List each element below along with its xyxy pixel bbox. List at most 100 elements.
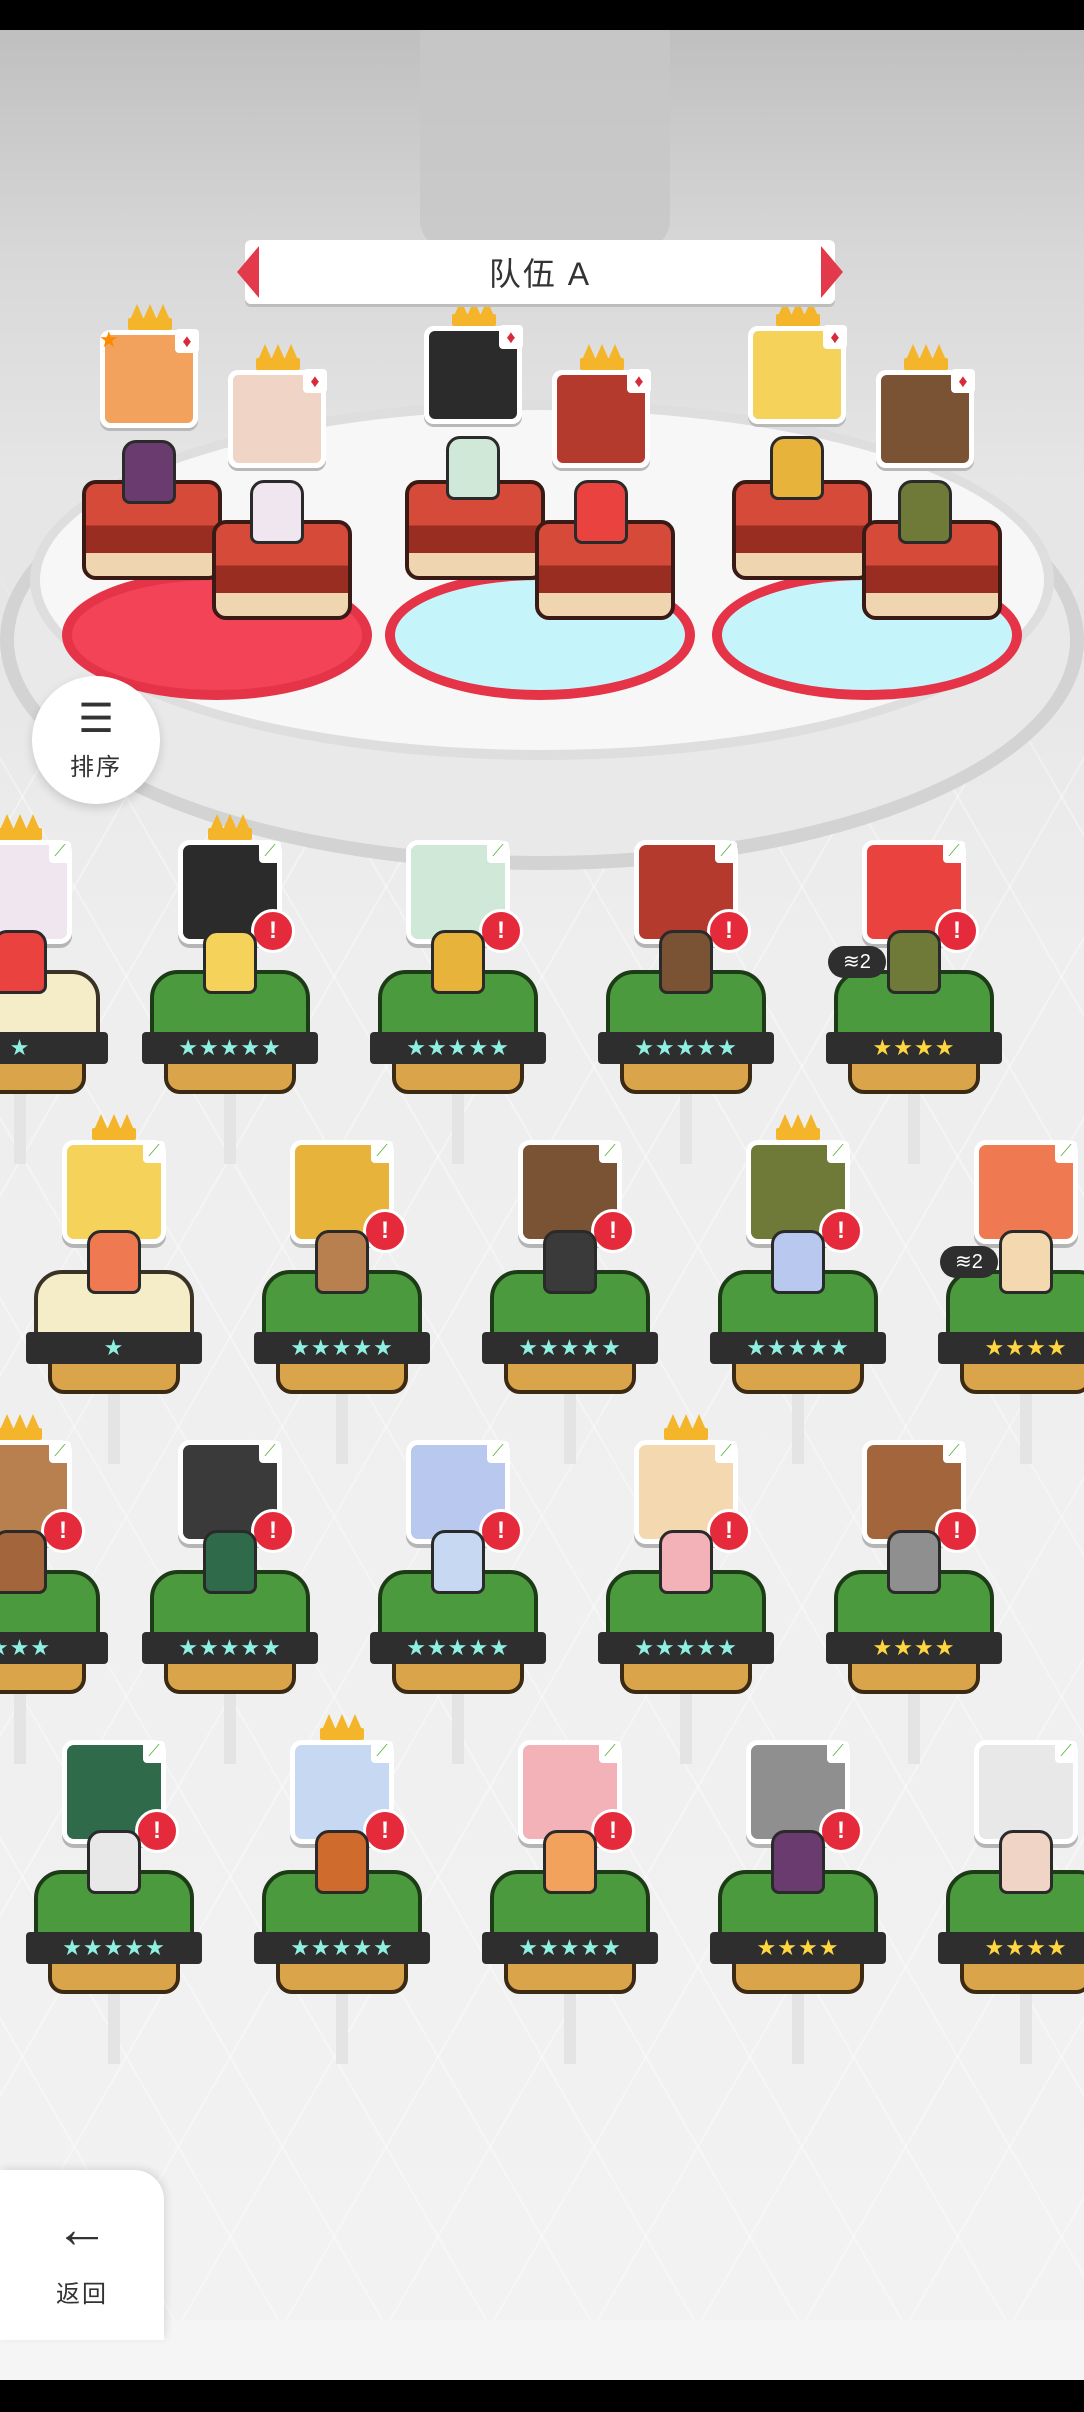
hero-portrait[interactable]: ⟋!	[862, 840, 979, 953]
element-leaf-icon: ⟋	[371, 1741, 393, 1763]
hero-portrait[interactable]: ⟋	[974, 1740, 1078, 1844]
hero-pedestal[interactable]: ★★★★★	[710, 1230, 886, 1464]
team-member-sprite	[574, 480, 628, 544]
pedestal-base	[504, 1360, 636, 1394]
team-member-portrait[interactable]: ♦	[552, 369, 651, 468]
element-leaf-icon: ⟋	[143, 1141, 165, 1163]
hero-sprite	[659, 1530, 713, 1594]
hero-portrait[interactable]: ⟋!	[634, 840, 751, 953]
hero-portrait[interactable]: ⟋!	[178, 840, 295, 953]
hero-pedestal[interactable]: ★★★★★	[26, 1830, 202, 2064]
pedestal-stem	[224, 1694, 236, 1764]
pedestal-stem	[564, 1394, 576, 1464]
hero-pedestal[interactable]: ★★★★ ≋2	[938, 1230, 1084, 1464]
team-member-portrait[interactable]: ♦	[876, 369, 975, 468]
team-member-sprite	[770, 436, 824, 500]
hero-pedestal[interactable]: ★★★★★	[370, 1530, 546, 1764]
hero-pedestal[interactable]: ★★★	[0, 1530, 108, 1764]
crown-icon	[904, 344, 948, 370]
team-member-sprite	[446, 436, 500, 500]
hero-portrait[interactable]: ⟋	[62, 1140, 166, 1244]
star-rating: ★★★★★	[710, 1332, 886, 1364]
alert-icon: !	[591, 1809, 635, 1853]
hero-sprite	[431, 1530, 485, 1594]
pedestal-base	[620, 1060, 752, 1094]
hero-portrait[interactable]: ⟋!	[290, 1140, 407, 1253]
hero-pedestal[interactable]: ★★★★	[826, 1530, 1002, 1764]
hero-sprite	[0, 1530, 47, 1594]
hero-sprite	[431, 930, 485, 994]
star-rating: ★	[0, 1032, 108, 1064]
pedestal-stem	[14, 1694, 26, 1764]
star-rating: ★★★★	[826, 1032, 1002, 1064]
back-button[interactable]: ← 返回	[0, 2170, 164, 2340]
hero-sprite	[771, 1230, 825, 1294]
pedestal-stem	[680, 1094, 692, 1164]
star-rating: ★★★★★	[598, 1632, 774, 1664]
hero-portrait[interactable]: ⟋!	[634, 1440, 751, 1553]
hero-pedestal[interactable]: ★	[26, 1230, 202, 1464]
hero-pedestal[interactable]: ★★★★★	[370, 930, 546, 1164]
pedestal-stem	[452, 1694, 464, 1764]
element-leaf-icon: ⟋	[1055, 1741, 1077, 1763]
hero-sprite	[887, 930, 941, 994]
pedestal-base	[0, 1660, 86, 1694]
hero-portrait[interactable]: ⟋!	[290, 1740, 407, 1853]
alert-icon: !	[707, 1509, 751, 1553]
team-member-portrait[interactable]: ♦	[424, 325, 523, 424]
next-team-arrow-icon[interactable]	[821, 246, 843, 298]
hero-pedestal[interactable]: ★★★★★	[598, 930, 774, 1164]
hero-pedestal[interactable]: ★★★★	[710, 1830, 886, 2064]
hero-portrait[interactable]: ⟋!	[0, 1440, 85, 1553]
hero-portrait[interactable]: ⟋!	[178, 1440, 295, 1553]
hero-pedestal[interactable]: ★★★★★	[482, 1830, 658, 2064]
star-rating: ★★★★★	[482, 1332, 658, 1364]
prev-team-arrow-icon[interactable]	[237, 246, 259, 298]
pedestal-base	[848, 1660, 980, 1694]
team-member-portrait[interactable]: ♦	[228, 369, 327, 468]
pedestal-stem	[908, 1094, 920, 1164]
team-member-portrait[interactable]: ♦ ★	[99, 327, 199, 428]
pedestal-stem	[792, 1994, 804, 2064]
hero-pedestal[interactable]: ★	[0, 930, 108, 1164]
hero-pedestal[interactable]: ★★★★★	[254, 1230, 430, 1464]
hero-pedestal[interactable]: ★★★★★	[254, 1830, 430, 2064]
pedestal-base	[392, 1060, 524, 1094]
hero-pedestal[interactable]: ★★★★★	[142, 930, 318, 1164]
hero-pedestal[interactable]: ★★★★★	[142, 1530, 318, 1764]
hero-sprite	[543, 1830, 597, 1894]
hero-pedestal[interactable]: ★★★★	[938, 1830, 1084, 2064]
pedestal-base	[848, 1060, 980, 1094]
element-leaf-icon: ⟋	[259, 1441, 281, 1463]
hero-portrait[interactable]: ⟋!	[746, 1140, 863, 1253]
hero-portrait[interactable]: ⟋!	[62, 1740, 179, 1853]
hero-portrait[interactable]: ⟋!	[862, 1440, 979, 1553]
element-leaf-icon: ⟋	[715, 841, 737, 863]
hero-portrait[interactable]: ⟋!	[746, 1740, 863, 1853]
hero-portrait[interactable]: ⟋!	[406, 840, 523, 953]
crown-icon	[0, 814, 42, 840]
crown-icon	[208, 814, 252, 840]
hero-portrait[interactable]: ⟋!	[406, 1440, 523, 1553]
hero-portrait[interactable]: ⟋	[974, 1140, 1078, 1244]
hero-pedestal[interactable]: ★★★★★	[598, 1530, 774, 1764]
sort-button[interactable]: ☰ 排序	[32, 676, 160, 804]
hero-portrait[interactable]: ⟋!	[518, 1740, 635, 1853]
team-member-portrait[interactable]: ♦	[748, 325, 847, 424]
star-rating: ★	[26, 1332, 202, 1364]
alert-icon: !	[41, 1509, 85, 1553]
game-stage: ♦ ★ ♦ ♦ ♦ ♦ ♦ 队伍 A ⟋ ★ ⟋! ★★★★★ ⟋! ★★★★★ ⟋! ★★★★★ ⟋! ★★…	[0, 30, 1084, 2380]
hero-sprite	[659, 930, 713, 994]
stack-count-badge: ≋2	[940, 1246, 998, 1278]
crown-icon	[0, 1414, 42, 1440]
hero-pedestal[interactable]: ★★★★ ≋2	[826, 930, 1002, 1164]
hero-sprite	[315, 1230, 369, 1294]
element-leaf-icon: ⟋	[943, 1441, 965, 1463]
hero-portrait[interactable]: ⟋!	[518, 1140, 635, 1253]
hero-pedestal[interactable]: ★★★★★	[482, 1230, 658, 1464]
hero-portrait[interactable]: ⟋	[0, 840, 72, 944]
star-icon: ★	[99, 327, 119, 352]
element-leaf-icon: ⟋	[827, 1141, 849, 1163]
element-leaf-icon: ⟋	[599, 1741, 621, 1763]
team-banner[interactable]: 队伍 A	[237, 240, 843, 304]
